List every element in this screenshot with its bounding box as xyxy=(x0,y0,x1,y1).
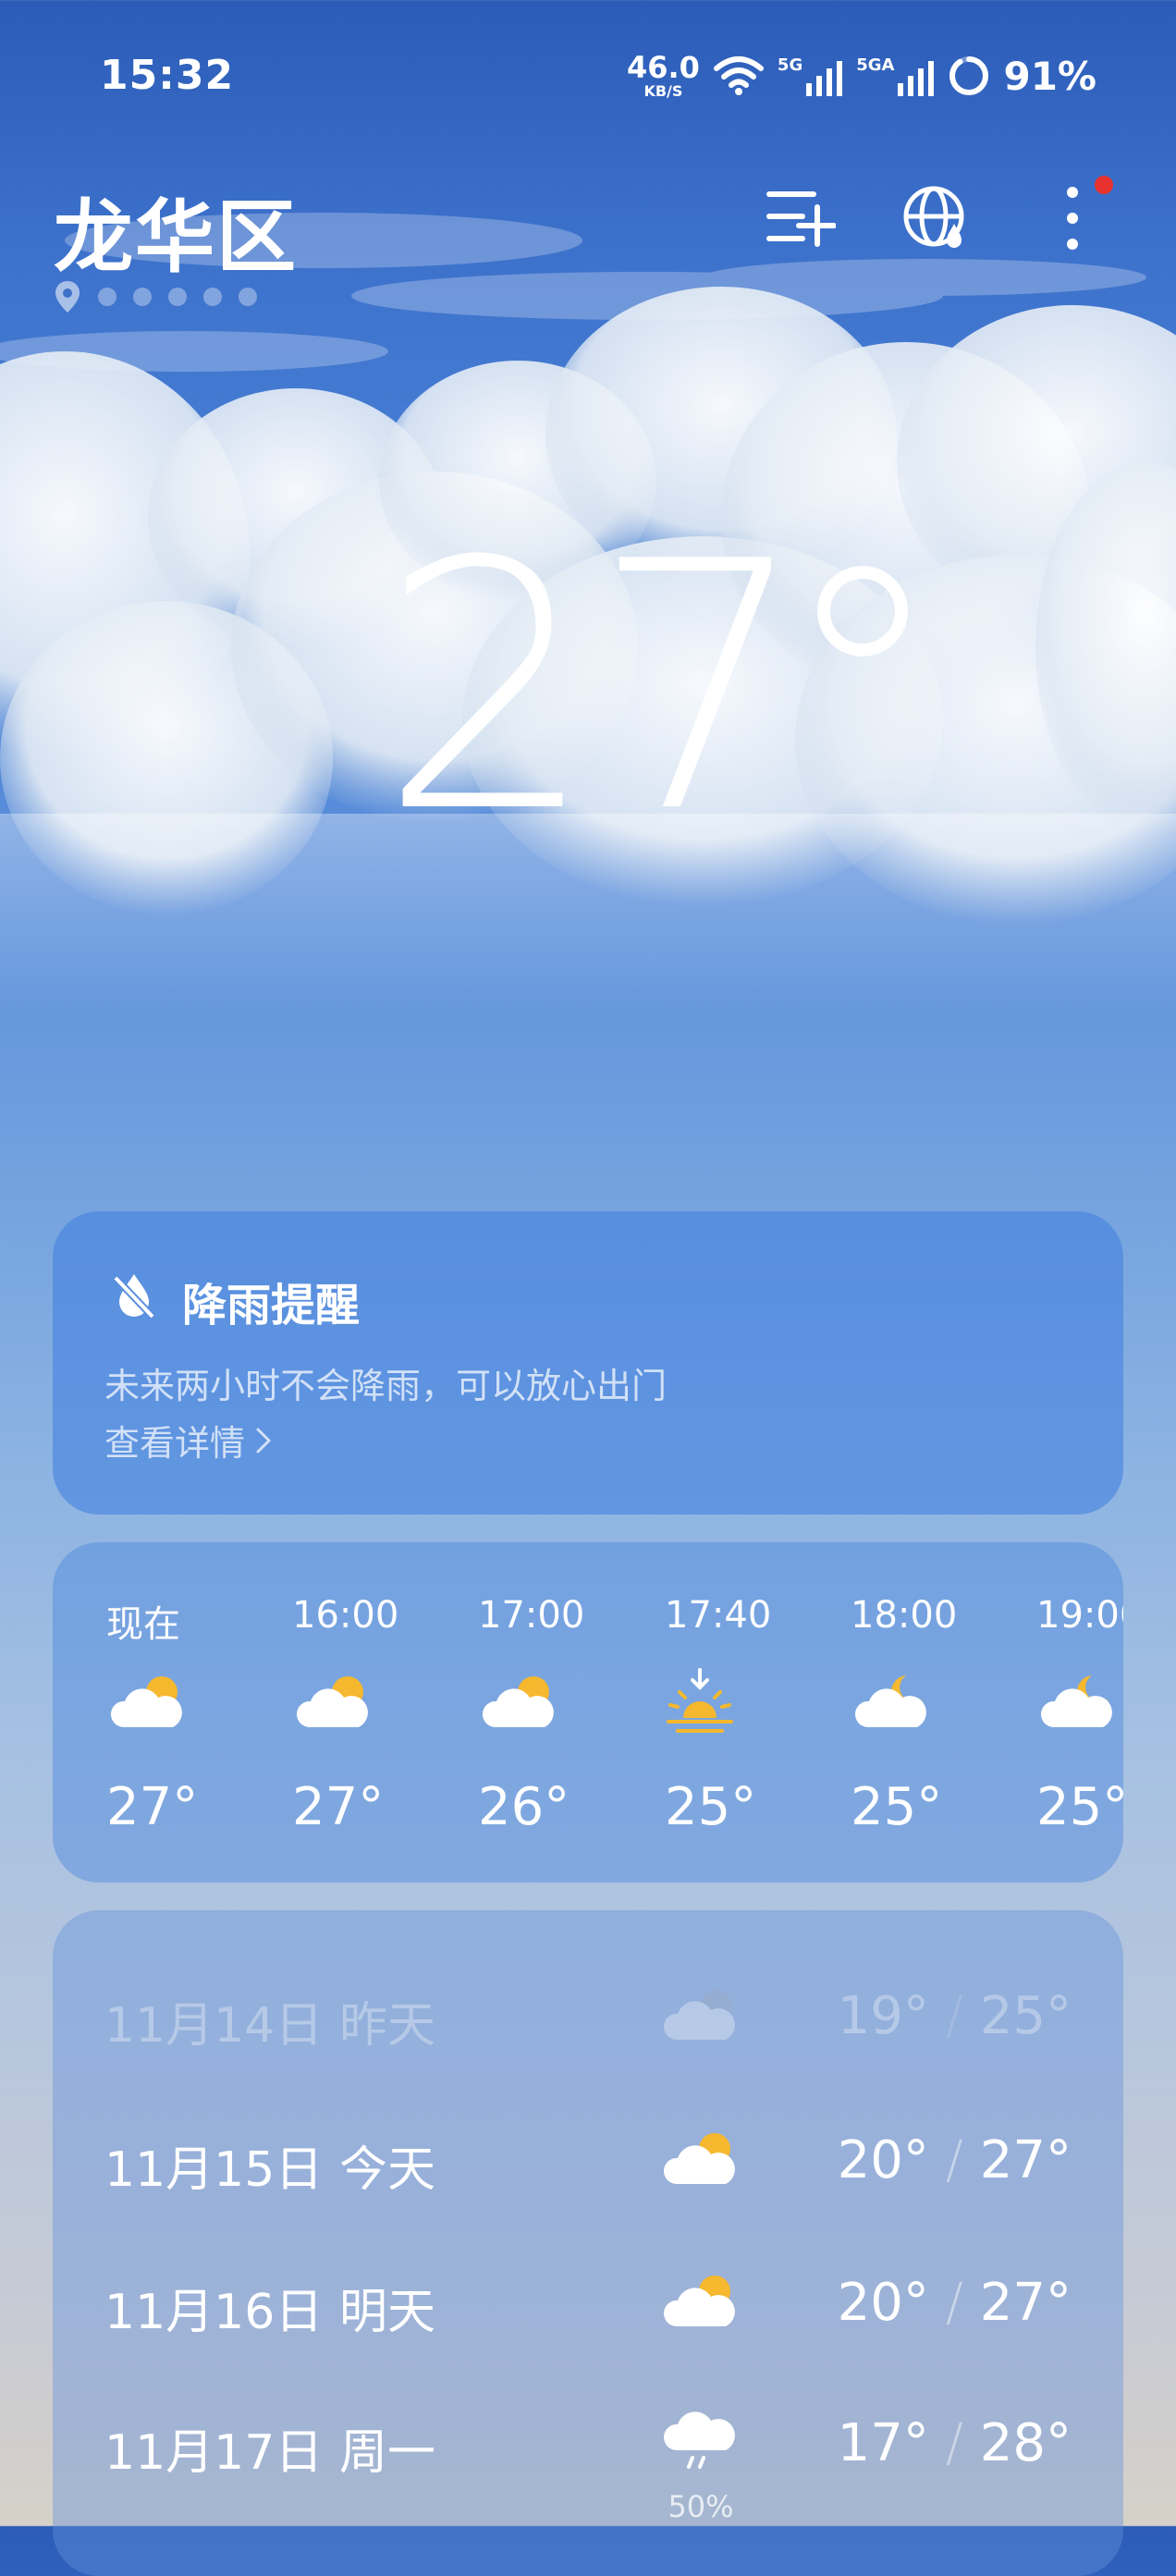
view-details-link[interactable]: 查看详情 xyxy=(104,1415,273,1466)
day-date: 11月15日 xyxy=(104,2142,324,2198)
hour-label: 19:00 xyxy=(1036,1594,1123,1637)
sunset-icon xyxy=(667,1668,733,1733)
partly-cloudy-night-icon xyxy=(854,1675,926,1727)
signal-bars-icon xyxy=(898,61,935,96)
no-rain-icon xyxy=(113,1274,155,1319)
location-pager[interactable] xyxy=(54,279,257,314)
day-high: 28° xyxy=(979,2413,1072,2473)
chevron-right-icon xyxy=(256,1428,272,1453)
clock: 15:32 xyxy=(100,52,235,99)
hourly-item[interactable]: 18:00 25° xyxy=(851,1542,998,1883)
rain-alert-description: 未来两小时不会降雨，可以放心出门 xyxy=(104,1366,668,1406)
daily-row[interactable]: 11月14日 昨天 19° / 25° xyxy=(104,1966,1072,2058)
daily-row[interactable]: 11月17日 周一 50% 17° / 28° xyxy=(104,2393,1072,2524)
partly-cloudy-night-icon xyxy=(1040,1675,1112,1727)
hour-temperature: 26° xyxy=(478,1777,570,1837)
day-date: 11月14日 xyxy=(104,1998,324,2054)
pager-dot[interactable] xyxy=(98,288,116,306)
rain-alert-title: 降雨提醒 xyxy=(182,1280,361,1331)
hourly-item[interactable]: 16:00 27° xyxy=(292,1542,440,1883)
day-date: 11月16日 xyxy=(104,2285,324,2340)
status-bar: 15:32 46.0 KB/S 5G 5GA 91% xyxy=(0,0,1176,153)
range-separator: / xyxy=(945,2130,963,2190)
current-temperature: 27 xyxy=(379,490,809,888)
hour-temperature: 25° xyxy=(851,1777,943,1837)
day-temperature-range: 17° / 28° xyxy=(838,2413,1072,2473)
battery-percent: 91% xyxy=(1003,53,1096,99)
rain-alert-card[interactable]: 降雨提醒 未来两小时不会降雨，可以放心出门 查看详情 xyxy=(53,1211,1123,1515)
day-relative: 周一 xyxy=(339,2425,436,2481)
cellular-signal-sim2-icon: 5GA xyxy=(856,55,935,96)
range-separator: / xyxy=(945,1986,963,2046)
pager-dot[interactable] xyxy=(133,288,152,306)
location-pin-icon xyxy=(55,281,80,313)
hour-label: 17:40 xyxy=(665,1594,772,1637)
hourly-item[interactable]: 17:00 26° xyxy=(478,1542,626,1883)
view-details-label: 查看详情 xyxy=(104,1423,246,1464)
partly-cloudy-day-icon xyxy=(663,2133,735,2184)
precipitation-probability: 50% xyxy=(668,2489,734,2524)
day-high: 25° xyxy=(979,1986,1072,2046)
hour-label: 现在 xyxy=(106,1603,180,1646)
add-city-icon[interactable] xyxy=(766,181,836,255)
daily-row[interactable]: 11月15日 今天 20° / 27° xyxy=(104,2110,1072,2202)
day-high: 27° xyxy=(979,2273,1072,2333)
hourly-item[interactable]: 19:00 25° xyxy=(1036,1542,1123,1883)
day-relative: 昨天 xyxy=(339,1998,436,2054)
day-low: 19° xyxy=(837,1986,929,2046)
light-rain-icon xyxy=(663,2411,735,2469)
network-speed-unit: KB/S xyxy=(643,82,683,100)
hourly-item[interactable]: 17:40 25° xyxy=(665,1542,813,1883)
cloudy-icon xyxy=(663,1990,735,2040)
day-relative: 明天 xyxy=(339,2285,436,2340)
day-temperature-range: 20° / 27° xyxy=(838,2130,1072,2190)
globe-drop-icon[interactable] xyxy=(902,181,973,255)
signal-bars-icon xyxy=(806,61,843,96)
day-low: 20° xyxy=(837,2130,929,2190)
more-vertical-icon[interactable] xyxy=(1054,181,1091,255)
day-temperature-range: 20° / 27° xyxy=(838,2273,1072,2333)
range-separator: / xyxy=(945,2273,963,2333)
hour-label: 16:00 xyxy=(292,1594,399,1637)
degree-symbol xyxy=(817,566,908,656)
cellular-signal-sim1-icon: 5G xyxy=(778,55,843,96)
day-low: 20° xyxy=(837,2273,929,2333)
day-high: 27° xyxy=(979,2130,1072,2190)
range-separator: / xyxy=(945,2413,963,2473)
hour-temperature: 25° xyxy=(665,1777,757,1837)
hourly-item[interactable]: 现在 27° xyxy=(106,1542,254,1883)
hour-temperature: 27° xyxy=(106,1777,199,1837)
partly-cloudy-day-icon xyxy=(663,2275,735,2326)
partly-cloudy-day-icon xyxy=(482,1676,554,1727)
battery-ring-icon xyxy=(949,56,989,95)
hourly-forecast-card[interactable]: 现在 27° 16:00 27° 17:00 26° 17:40 25° 18:… xyxy=(53,1542,1123,1883)
pager-dot[interactable] xyxy=(239,288,257,306)
network-speed-value: 46.0 xyxy=(626,50,700,85)
wifi-icon xyxy=(713,56,764,95)
hour-label: 18:00 xyxy=(851,1594,958,1637)
city-name[interactable]: 龙华区 xyxy=(54,172,298,288)
daily-row[interactable]: 11月16日 明天 20° / 27° xyxy=(104,2252,1072,2345)
pager-dot[interactable] xyxy=(203,288,222,306)
daily-forecast-card[interactable]: 11月14日 昨天 19° / 25° 11月15日 今天 20° / 27° … xyxy=(53,1910,1123,2576)
notification-badge xyxy=(1095,176,1113,194)
pager-dot[interactable] xyxy=(168,288,187,306)
partly-cloudy-day-icon xyxy=(296,1676,368,1727)
sim1-network-tag: 5G xyxy=(777,55,803,75)
day-date: 11月17日 xyxy=(104,2425,324,2481)
sim2-network-tag: 5GA xyxy=(856,55,895,75)
status-icons: 46.0 KB/S 5G 5GA 91% xyxy=(627,46,1096,105)
partly-cloudy-day-icon xyxy=(110,1676,182,1727)
day-low: 17° xyxy=(837,2413,929,2473)
hour-label: 17:00 xyxy=(478,1594,585,1637)
day-temperature-range: 19° / 25° xyxy=(838,1986,1072,2046)
hour-temperature: 27° xyxy=(292,1777,385,1837)
hour-temperature: 25° xyxy=(1036,1777,1123,1837)
day-relative: 今天 xyxy=(339,2142,436,2198)
network-speed: 46.0 KB/S xyxy=(627,53,700,99)
